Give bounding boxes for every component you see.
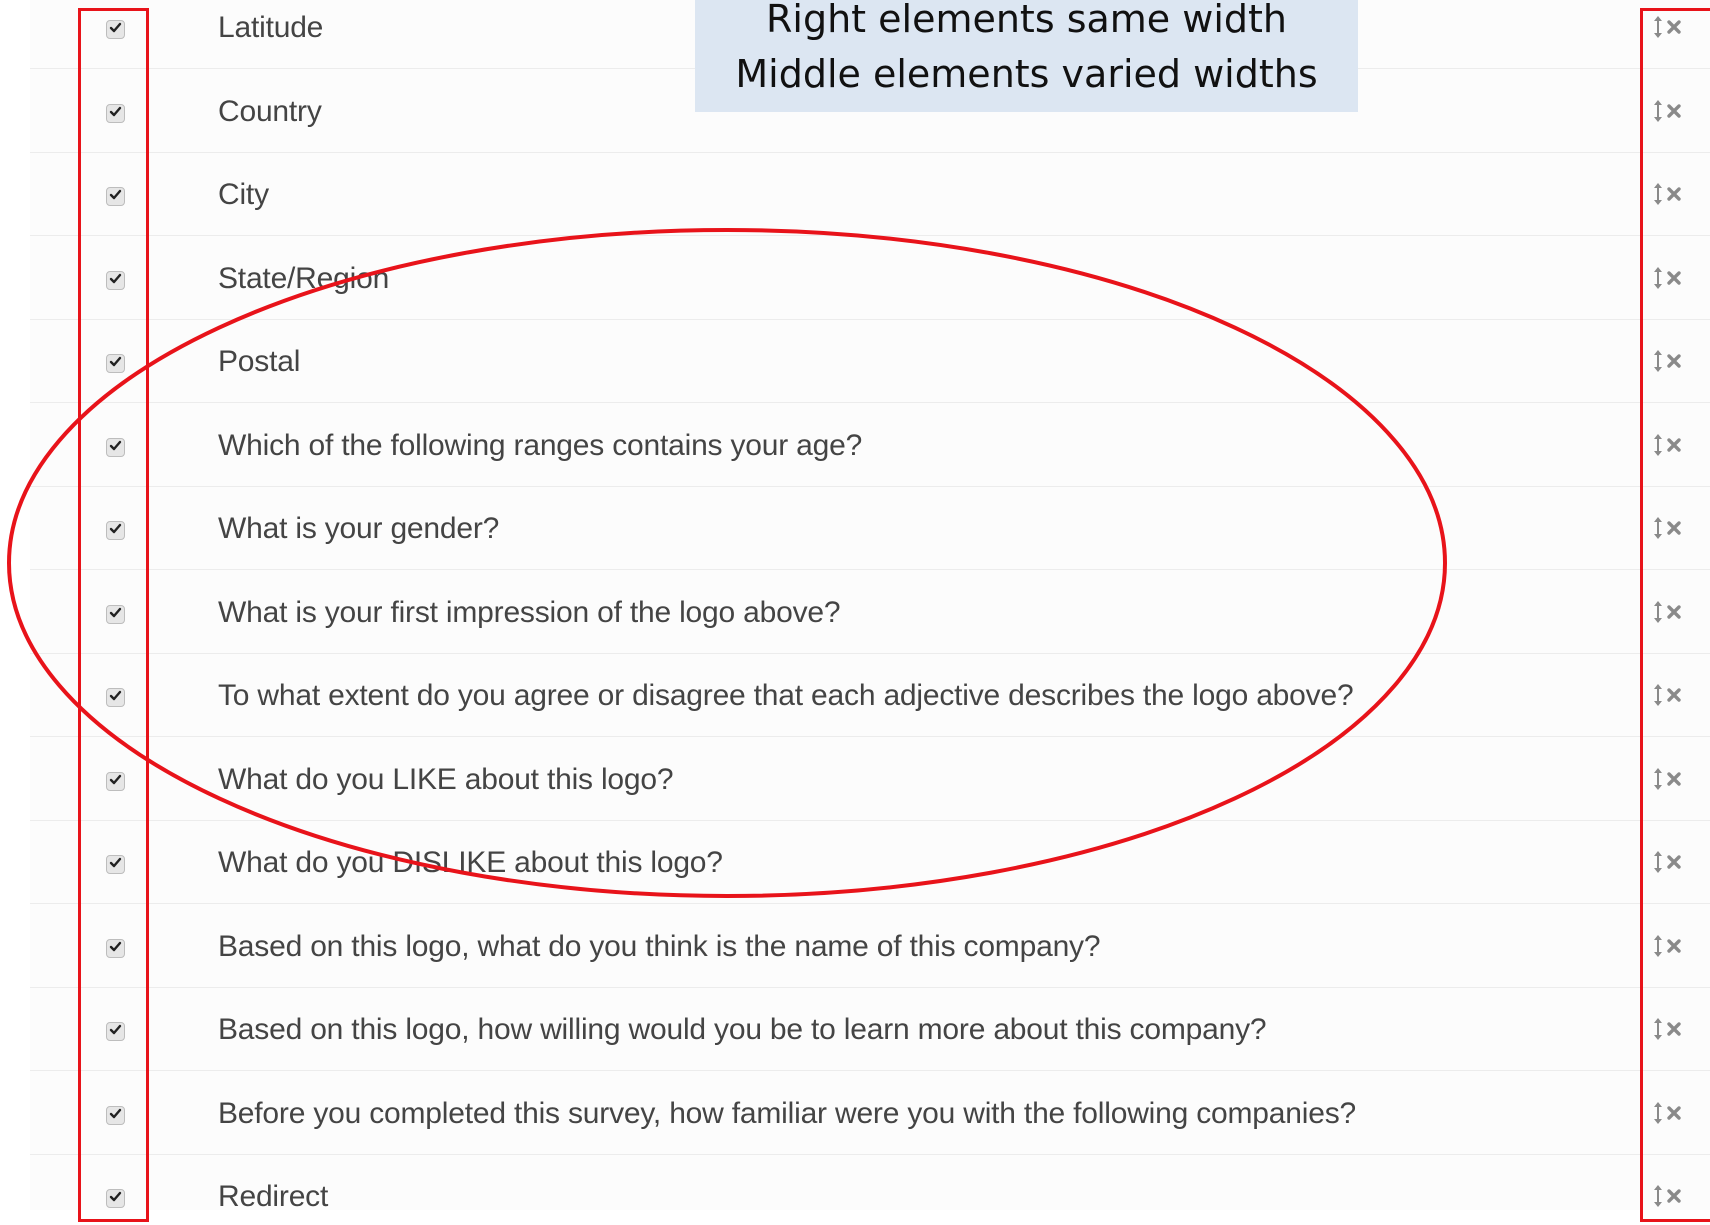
list-item: What do you DISLIKE about this logo? <box>30 821 1710 904</box>
question-label: To what extent do you agree or disagree … <box>218 679 1354 712</box>
row-divider <box>30 1070 1710 1071</box>
checkbox-column-highlight <box>78 8 149 1222</box>
row-divider <box>30 903 1710 904</box>
actions-column-highlight <box>1640 8 1710 1222</box>
list-item: What is your gender? <box>30 487 1710 570</box>
list-item: City <box>30 153 1710 236</box>
question-label: Before you completed this survey, how fa… <box>218 1097 1357 1130</box>
callout-line-1: Right elements same width <box>765 0 1287 41</box>
question-label: Redirect <box>218 1180 329 1213</box>
list-item: Based on this logo, what do you think is… <box>30 905 1710 988</box>
list-item: To what extent do you agree or disagree … <box>30 654 1710 737</box>
question-label: What do you DISLIKE about this logo? <box>218 846 723 879</box>
question-label: City <box>218 178 269 211</box>
row-divider <box>30 235 1710 236</box>
list-item: State/Region <box>30 237 1710 320</box>
question-label: What do you LIKE about this logo? <box>218 763 674 796</box>
list-item: Redirect <box>30 1155 1710 1225</box>
list-item: What do you LIKE about this logo? <box>30 738 1710 821</box>
callout-line-2: Middle elements varied widths <box>735 52 1318 96</box>
question-label: What is your first impression of the log… <box>218 596 841 629</box>
row-divider <box>30 402 1710 403</box>
question-label: Which of the following ranges contains y… <box>218 429 863 462</box>
question-label: Based on this logo, how willing would yo… <box>218 1013 1267 1046</box>
question-label: What is your gender? <box>218 512 500 545</box>
annotation-callout: Right elements same width Middle element… <box>695 0 1358 112</box>
list-item: Before you completed this survey, how fa… <box>30 1072 1710 1155</box>
question-label: Based on this logo, what do you think is… <box>218 930 1101 963</box>
list-item: Postal <box>30 320 1710 403</box>
question-label: Country <box>218 95 322 128</box>
row-divider <box>30 736 1710 737</box>
list-item: Based on this logo, how willing would yo… <box>30 988 1710 1071</box>
list-item: Which of the following ranges contains y… <box>30 404 1710 487</box>
question-label: Postal <box>218 345 301 378</box>
annotated-screenshot: Latitude Country City State/Region Postal Whi… <box>0 0 1710 1225</box>
question-label: Latitude <box>218 11 324 44</box>
list-item: What is your first impression of the log… <box>30 571 1710 654</box>
row-divider <box>30 569 1710 570</box>
question-label: State/Region <box>218 262 390 295</box>
question-list: Latitude Country City State/Region Postal Whi… <box>30 0 1710 1213</box>
